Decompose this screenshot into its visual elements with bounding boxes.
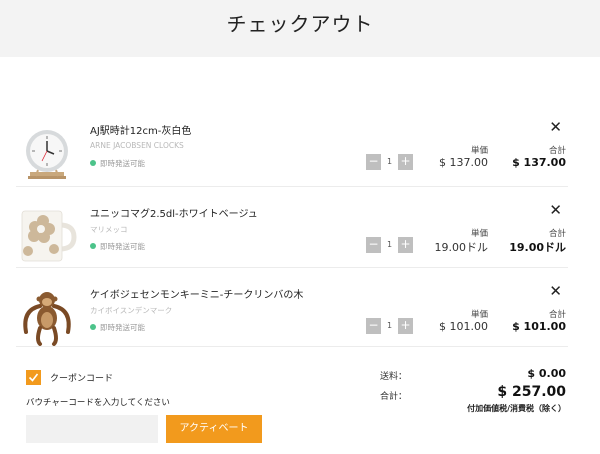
voucher-label: バウチャーコードを入力してください <box>26 398 170 408</box>
item-brand: マリメッコ <box>90 225 128 234</box>
item-subtotal: $ 137.00 <box>512 156 566 169</box>
item-brand: カイボイスンデンマーク <box>90 306 173 315</box>
mug-thumbnail[interactable] <box>16 207 78 267</box>
check-icon <box>28 373 39 382</box>
unit-price: $ 101.00 <box>439 320 488 333</box>
checkout-header: チェックアウト <box>0 0 600 57</box>
increase-qty-button[interactable]: + <box>398 237 413 253</box>
divider <box>16 267 568 268</box>
total-label: 合計： <box>380 392 408 402</box>
quantity-value[interactable]: 1 <box>381 237 398 253</box>
item-brand: ARNE JACOBSEN CLOCKS <box>90 141 184 150</box>
divider <box>16 346 568 347</box>
subtotal-label: 合計 <box>548 146 566 156</box>
stock-dot-icon <box>90 324 96 330</box>
item-name[interactable]: ケイボジェセンモンキーミニ-チークリンバの木 <box>90 286 303 301</box>
wooden-monkey-thumbnail[interactable] <box>16 288 78 348</box>
increase-qty-button[interactable]: + <box>398 318 413 334</box>
voucher-code-input[interactable] <box>26 415 158 443</box>
item-name[interactable]: AJ駅時計12cm-灰白色 <box>90 122 191 137</box>
shipping-label: 送料： <box>380 372 408 382</box>
item-subtotal: $ 101.00 <box>512 320 566 333</box>
unit-price-label: 単価 <box>470 310 488 320</box>
activate-button[interactable]: アクティベート <box>166 415 262 443</box>
wall-clock-thumbnail[interactable] <box>16 124 78 184</box>
stock-status: 即時発送可能 <box>90 158 145 169</box>
decrease-qty-button[interactable]: − <box>366 154 381 170</box>
item-name[interactable]: ユニッコマグ2.5dl-ホワイトベージュ <box>90 205 258 220</box>
remove-item-icon[interactable]: ✕ <box>549 282 562 300</box>
unit-price: 19.00ドル <box>434 241 489 254</box>
cart-item: ケイボジェセンモンキーミニ-チークリンバの木 カイボイスンデンマーク 即時発送可… <box>16 282 568 362</box>
coupon-label: クーポンコード <box>50 374 114 384</box>
page-title: チェックアウト <box>226 12 374 36</box>
remove-item-icon[interactable]: ✕ <box>549 118 562 136</box>
coupon-checkbox[interactable] <box>26 370 41 385</box>
stock-label: 即時発送可能 <box>100 323 145 332</box>
divider <box>16 186 568 187</box>
increase-qty-button[interactable]: + <box>398 154 413 170</box>
stock-status: 即時発送可能 <box>90 241 145 252</box>
quantity-value[interactable]: 1 <box>381 318 398 334</box>
unit-price-label: 単価 <box>470 146 488 156</box>
unit-price: $ 137.00 <box>439 156 488 169</box>
subtotal-label: 合計 <box>548 229 566 239</box>
subtotal-label: 合計 <box>548 310 566 320</box>
stock-status: 即時発送可能 <box>90 322 145 333</box>
stock-dot-icon <box>90 160 96 166</box>
item-subtotal: 19.00ドル <box>509 241 566 254</box>
decrease-qty-button[interactable]: − <box>366 318 381 334</box>
tax-note: 付加価値税/消費税（除く） <box>467 404 566 413</box>
total-value: $ 257.00 <box>497 384 566 400</box>
remove-item-icon[interactable]: ✕ <box>549 201 562 219</box>
decrease-qty-button[interactable]: − <box>366 237 381 253</box>
stock-dot-icon <box>90 243 96 249</box>
quantity-value[interactable]: 1 <box>381 154 398 170</box>
stock-label: 即時発送可能 <box>100 159 145 168</box>
cart-item: ユニッコマグ2.5dl-ホワイトベージュ マリメッコ 即時発送可能 − 1 + … <box>16 201 568 281</box>
unit-price-label: 単価 <box>470 229 488 239</box>
stock-label: 即時発送可能 <box>100 242 145 251</box>
shipping-value: $ 0.00 <box>527 367 566 380</box>
